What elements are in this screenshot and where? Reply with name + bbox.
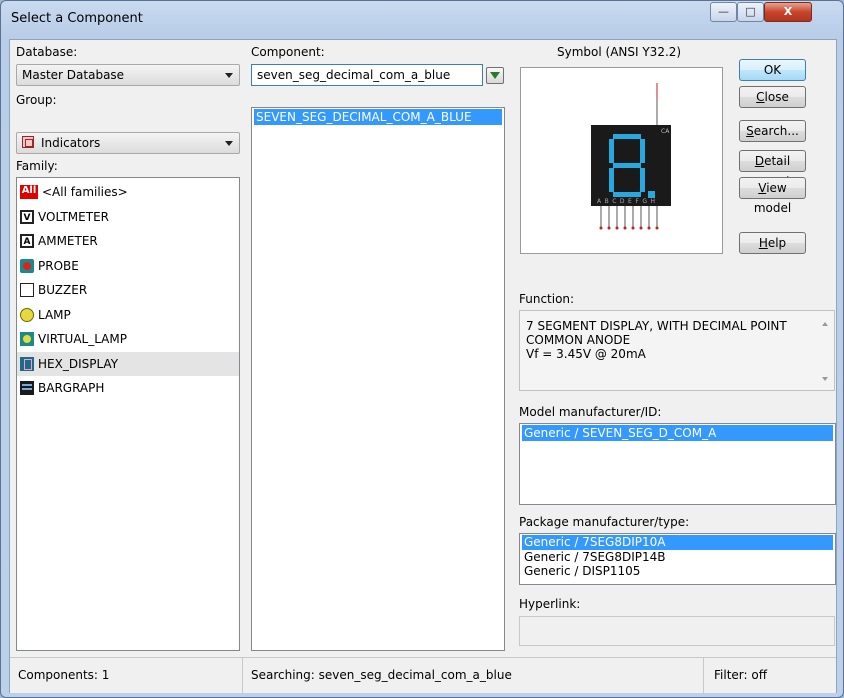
close-button[interactable]: Close bbox=[739, 86, 806, 108]
status-filter: Filter: off bbox=[714, 668, 767, 682]
list-item[interactable]: Generic / SEVEN_SEG_D_COM_A bbox=[522, 425, 833, 441]
close-button-label: Close bbox=[756, 90, 789, 104]
model-list[interactable]: Generic / SEVEN_SEG_D_COM_A bbox=[519, 423, 836, 505]
help-button[interactable]: Help bbox=[739, 232, 806, 254]
package-label: Package manufacturer/type: bbox=[519, 515, 690, 529]
virtual-lamp-icon bbox=[20, 332, 34, 347]
database-select[interactable]: Master Database bbox=[16, 64, 240, 86]
family-item-bargraph[interactable]: BARGRAPH bbox=[17, 376, 239, 401]
family-item-ammeter[interactable]: A AMMETER bbox=[17, 229, 239, 254]
list-item[interactable]: SEVEN_SEG_DECIMAL_COM_A_BLUE bbox=[254, 109, 502, 125]
list-item[interactable]: Generic / 7SEG8DIP14B bbox=[522, 550, 833, 564]
database-value: Master Database bbox=[22, 68, 125, 82]
probe-icon bbox=[20, 258, 34, 273]
function-line: Vf = 3.45V @ 20mA bbox=[526, 347, 646, 361]
detail-report-button[interactable]: Detail report bbox=[739, 150, 806, 188]
list-item[interactable]: Generic / 7SEG8DIP10A bbox=[522, 535, 833, 550]
family-item-label: PROBE bbox=[38, 258, 79, 273]
view-model-button[interactable]: View model bbox=[739, 177, 806, 215]
family-item-virtual-lamp[interactable]: VIRTUAL_LAMP bbox=[17, 327, 239, 352]
family-item-lamp[interactable]: LAMP bbox=[17, 303, 239, 328]
select-component-window: Select a Component — □ X Database: Maste… bbox=[0, 0, 844, 698]
view-model-label: View model bbox=[753, 181, 792, 215]
group-value: Indicators bbox=[41, 136, 101, 150]
group-label: Group: bbox=[16, 93, 57, 107]
dialog-client: Database: Master Database Group: Indicat… bbox=[9, 39, 837, 693]
database-label: Database: bbox=[16, 45, 78, 59]
family-item-label: HEX_DISPLAY bbox=[38, 356, 119, 371]
function-label: Function: bbox=[519, 292, 575, 306]
scroll-up-icon[interactable] bbox=[822, 322, 828, 326]
hyperlink-label: Hyperlink: bbox=[519, 597, 581, 611]
family-list[interactable]: All <All families> V VOLTMETER A AMMETER… bbox=[16, 177, 240, 651]
family-item-label: BUZZER bbox=[38, 283, 88, 298]
chevron-down-icon bbox=[225, 141, 233, 146]
status-searching: Searching: seven_seg_decimal_com_a_blue bbox=[243, 658, 704, 693]
status-bar: Components: 1 Searching: seven_seg_decim… bbox=[10, 657, 836, 693]
chevron-down-icon bbox=[225, 73, 233, 78]
lamp-icon bbox=[20, 307, 34, 322]
ok-button[interactable]: OK bbox=[739, 59, 806, 81]
maximize-button[interactable]: □ bbox=[737, 2, 764, 22]
buzzer-icon bbox=[20, 283, 34, 298]
ammeter-icon: A bbox=[20, 234, 34, 249]
hyperlink-field[interactable] bbox=[519, 616, 835, 646]
pin-lines bbox=[600, 206, 658, 228]
family-item-probe[interactable]: PROBE bbox=[17, 254, 239, 279]
voltmeter-icon: V bbox=[20, 209, 34, 224]
group-select[interactable]: Indicators bbox=[16, 132, 240, 154]
pin-arrows bbox=[599, 226, 659, 230]
pin-labels: A B C D E F G H bbox=[597, 198, 656, 205]
model-label: Model manufacturer/ID: bbox=[519, 405, 662, 419]
function-line: 7 SEGMENT DISPLAY, WITH DECIMAL POINT bbox=[526, 319, 787, 333]
component-search-value: seven_seg_decimal_com_a_blue bbox=[257, 68, 451, 82]
family-item-label: <All families> bbox=[42, 185, 128, 200]
function-text-area[interactable]: 7 SEGMENT DISPLAY, WITH DECIMAL POINT CO… bbox=[519, 310, 835, 391]
corner-label: CA bbox=[661, 128, 670, 135]
window-title: Select a Component bbox=[11, 11, 143, 26]
symbol-label: Symbol (ANSI Y32.2) bbox=[557, 45, 682, 59]
seven-segment-symbol: CA A B C D E F G H bbox=[591, 83, 671, 230]
function-line: COMMON ANODE bbox=[526, 333, 631, 347]
list-item[interactable]: Generic / DISP1105 bbox=[522, 564, 833, 578]
hex-display-icon bbox=[20, 356, 34, 371]
family-item-label: BARGRAPH bbox=[38, 381, 105, 396]
family-item-label: VOLTMETER bbox=[38, 209, 109, 224]
bargraph-icon bbox=[20, 381, 34, 396]
search-button-label: Search... bbox=[746, 124, 799, 138]
family-item-voltmeter[interactable]: V VOLTMETER bbox=[17, 205, 239, 230]
status-components: Components: 1 bbox=[10, 658, 243, 693]
scroll-down-icon[interactable] bbox=[822, 377, 828, 381]
component-list[interactable]: SEVEN_SEG_DECIMAL_COM_A_BLUE bbox=[251, 107, 505, 651]
filter-icon bbox=[490, 72, 500, 79]
close-window-button[interactable]: X bbox=[764, 2, 812, 22]
component-search-input[interactable]: seven_seg_decimal_com_a_blue bbox=[251, 64, 483, 86]
family-item-label: VIRTUAL_LAMP bbox=[38, 332, 127, 347]
family-item-buzzer[interactable]: BUZZER bbox=[17, 278, 239, 303]
all-families-icon: All bbox=[20, 185, 38, 200]
component-label: Component: bbox=[251, 45, 325, 59]
family-item-label: AMMETER bbox=[38, 234, 98, 249]
minimize-button[interactable]: — bbox=[710, 2, 737, 22]
family-item-hex-display[interactable]: HEX_DISPLAY bbox=[17, 351, 239, 376]
indicators-icon bbox=[22, 136, 34, 148]
search-button[interactable]: Search... bbox=[739, 120, 806, 142]
filter-button[interactable] bbox=[486, 67, 504, 84]
symbol-preview: CA A B C D E F G H bbox=[520, 67, 723, 254]
package-list[interactable]: Generic / 7SEG8DIP10A Generic / 7SEG8DIP… bbox=[519, 533, 836, 585]
family-label: Family: bbox=[16, 159, 58, 173]
family-item-label: LAMP bbox=[38, 307, 71, 322]
family-item-all[interactable]: All <All families> bbox=[17, 180, 239, 205]
title-bar[interactable]: Select a Component — □ X bbox=[1, 1, 843, 37]
help-button-label: Help bbox=[758, 236, 787, 250]
